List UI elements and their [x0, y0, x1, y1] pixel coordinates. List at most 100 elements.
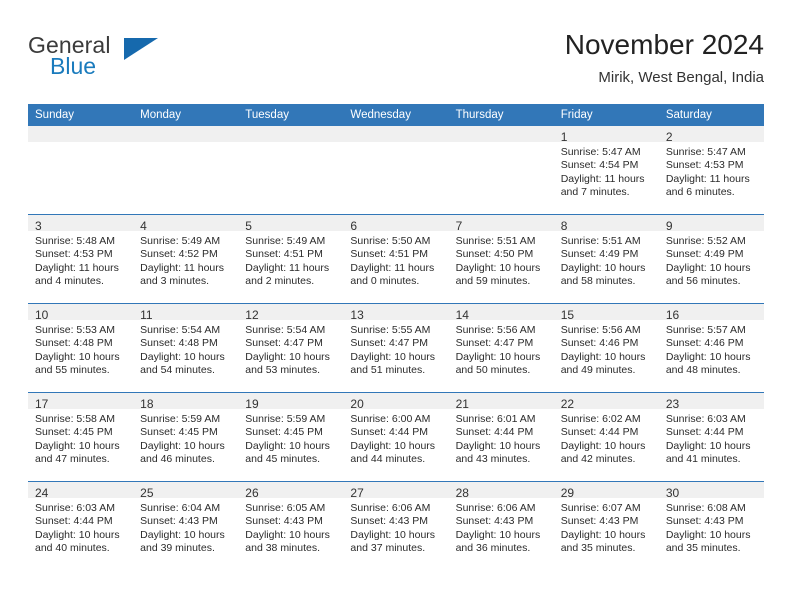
calendar-day-cell[interactable]: 1 Sunrise: 5:47 AM Sunset: 4:54 PM Daylight…	[553, 126, 659, 215]
calendar-day-cell[interactable]: 13 Sunrise: 5:55 AM Sunset: 4:47 PM Dayligh…	[343, 303, 449, 393]
daylight-text: Daylight: 10 hours and 50 minutes.	[455, 350, 541, 377]
daylight-text: Daylight: 10 hours and 51 minutes.	[350, 350, 436, 377]
daylight-text: Daylight: 11 hours and 0 minutes.	[350, 261, 435, 288]
day-cell-inner: 13 Sunrise: 5:55 AM Sunset: 4:47 PM Dayligh…	[343, 304, 449, 393]
day-cell-inner: 30 Sunrise: 6:08 AM Sunset: 4:43 PM Dayligh…	[658, 482, 764, 570]
daylight-text: Daylight: 11 hours and 4 minutes.	[35, 261, 119, 288]
calendar-day-cell[interactable]: 23 Sunrise: 6:03 AM Sunset: 4:44 PM Dayligh…	[658, 392, 764, 482]
calendar-day-cell[interactable]: 28 Sunrise: 6:06 AM Sunset: 4:43 PM Dayligh…	[448, 481, 554, 570]
calendar-day-cell[interactable]: 6 Sunrise: 5:50 AM Sunset: 4:51 PM Daylight…	[343, 214, 449, 304]
day-cell-inner: 28 Sunrise: 6:06 AM Sunset: 4:43 PM Dayligh…	[448, 482, 554, 570]
calendar-day-cell[interactable]: 25 Sunrise: 6:04 AM Sunset: 4:43 PM Dayligh…	[133, 481, 239, 570]
weekday-header-saturday: Saturday	[658, 104, 764, 126]
daylight-text: Daylight: 11 hours and 7 minutes.	[560, 172, 645, 199]
day-number: 17	[28, 393, 134, 411]
calendar-table: Sunday Monday Tuesday Wednesday Thursday…	[28, 104, 764, 570]
sunrise-text: Sunrise: 5:52 AM	[665, 235, 746, 247]
calendar-day-cell[interactable]: 11 Sunrise: 5:54 AM Sunset: 4:48 PM Dayligh…	[133, 303, 239, 393]
calendar-day-cell[interactable]: 16 Sunrise: 5:57 AM Sunset: 4:46 PM Dayligh…	[658, 303, 764, 393]
sunrise-text: Sunrise: 5:54 AM	[140, 324, 221, 336]
calendar-day-cell[interactable]: 27 Sunrise: 6:06 AM Sunset: 4:43 PM Dayligh…	[343, 481, 449, 570]
day-number: 29	[553, 482, 659, 500]
day-number: 23	[658, 393, 764, 411]
calendar-day-cell[interactable]: 30 Sunrise: 6:08 AM Sunset: 4:43 PM Dayligh…	[658, 481, 764, 570]
day-number: 12	[238, 304, 344, 322]
day-cell-inner: 11 Sunrise: 5:54 AM Sunset: 4:48 PM Dayligh…	[133, 304, 239, 393]
day-cell-inner: 29 Sunrise: 6:07 AM Sunset: 4:43 PM Dayligh…	[553, 482, 659, 570]
sunrise-text: Sunrise: 6:01 AM	[455, 413, 536, 425]
day-cell-inner: 21 Sunrise: 6:01 AM Sunset: 4:44 PM Dayligh…	[448, 393, 554, 482]
daylight-text: Daylight: 10 hours and 36 minutes.	[455, 528, 541, 555]
daylight-text: Daylight: 10 hours and 56 minutes.	[665, 261, 751, 288]
day-cell-inner: 7 Sunrise: 5:51 AM Sunset: 4:50 PM Daylight…	[448, 215, 554, 304]
sunrise-text: Sunrise: 6:02 AM	[560, 413, 641, 425]
day-sun-info: Sunrise: 5:47 AM Sunset: 4:54 PM Daylight:…	[554, 142, 659, 200]
calendar-day-cell[interactable]: 5 Sunrise: 5:49 AM Sunset: 4:51 PM Daylight…	[238, 214, 344, 304]
day-number: 8	[553, 215, 659, 233]
day-number: 6	[343, 215, 449, 233]
sunset-text: Sunset: 4:43 PM	[140, 515, 218, 528]
calendar-day-cell[interactable]: 12 Sunrise: 5:54 AM Sunset: 4:47 PM Dayligh…	[238, 303, 344, 393]
day-number	[343, 126, 449, 142]
calendar-week-row: 3 Sunrise: 5:48 AM Sunset: 4:53 PM Daylight…	[28, 214, 764, 304]
day-number: 30	[658, 482, 764, 500]
day-number: 21	[448, 393, 554, 411]
calendar-day-cell[interactable]: 26 Sunrise: 6:05 AM Sunset: 4:43 PM Dayligh…	[238, 481, 344, 570]
calendar-page: General Blue November 2024 Mirik, West B…	[0, 0, 792, 612]
sunrise-text: Sunrise: 5:54 AM	[245, 324, 326, 336]
calendar-day-cell[interactable]: 20 Sunrise: 6:00 AM Sunset: 4:44 PM Dayligh…	[343, 392, 449, 482]
day-number: 16	[658, 304, 764, 322]
day-sun-info: Sunrise: 5:48 AM Sunset: 4:53 PM Daylight:…	[28, 231, 133, 289]
sunrise-text: Sunrise: 6:03 AM	[35, 502, 115, 514]
day-number	[133, 126, 239, 142]
calendar-day-cell[interactable]: 17 Sunrise: 5:58 AM Sunset: 4:45 PM Dayligh…	[28, 392, 134, 482]
calendar-day-cell[interactable]: 4 Sunrise: 5:49 AM Sunset: 4:52 PM Daylight…	[133, 214, 239, 304]
sunset-text: Sunset: 4:51 PM	[350, 248, 429, 261]
calendar-day-cell[interactable]: 18 Sunrise: 5:59 AM Sunset: 4:45 PM Dayligh…	[133, 392, 239, 482]
day-number: 18	[133, 393, 239, 411]
day-sun-info: Sunrise: 5:54 AM Sunset: 4:48 PM Daylight:…	[133, 320, 238, 378]
sunset-text: Sunset: 4:48 PM	[35, 337, 113, 350]
sunset-text: Sunset: 4:44 PM	[665, 426, 744, 439]
day-sun-info: Sunrise: 5:55 AM Sunset: 4:47 PM Daylight:…	[343, 320, 448, 378]
calendar-day-cell[interactable]: 10 Sunrise: 5:53 AM Sunset: 4:48 PM Dayligh…	[28, 303, 134, 393]
calendar-day-cell[interactable]: 8 Sunrise: 5:51 AM Sunset: 4:49 PM Daylight…	[553, 214, 659, 304]
calendar-day-cell[interactable]: 24 Sunrise: 6:03 AM Sunset: 4:44 PM Dayligh…	[28, 481, 134, 570]
weekday-header-tuesday: Tuesday	[238, 104, 344, 126]
sunrise-text: Sunrise: 6:05 AM	[245, 502, 326, 514]
day-number: 25	[133, 482, 239, 500]
sunrise-text: Sunrise: 5:57 AM	[665, 324, 746, 336]
calendar-day-cell[interactable]: 3 Sunrise: 5:48 AM Sunset: 4:53 PM Daylight…	[28, 214, 134, 304]
calendar-day-cell[interactable]: 14 Sunrise: 5:56 AM Sunset: 4:47 PM Dayligh…	[448, 303, 554, 393]
day-cell-inner: 16 Sunrise: 5:57 AM Sunset: 4:46 PM Dayligh…	[658, 304, 764, 393]
sunset-text: Sunset: 4:48 PM	[140, 337, 218, 350]
calendar-day-cell[interactable]: 29 Sunrise: 6:07 AM Sunset: 4:43 PM Dayligh…	[553, 481, 659, 570]
daylight-text: Daylight: 10 hours and 40 minutes.	[35, 528, 120, 555]
sunset-text: Sunset: 4:47 PM	[455, 337, 534, 350]
calendar-day-cell[interactable]: 19 Sunrise: 5:59 AM Sunset: 4:45 PM Dayligh…	[238, 392, 344, 482]
brand-logo[interactable]: General Blue	[28, 32, 228, 88]
daylight-text: Daylight: 11 hours and 6 minutes.	[665, 172, 750, 199]
calendar-day-cell[interactable]: 21 Sunrise: 6:01 AM Sunset: 4:44 PM Dayligh…	[448, 392, 554, 482]
day-cell-inner: 22 Sunrise: 6:02 AM Sunset: 4:44 PM Dayligh…	[553, 393, 659, 482]
calendar-day-cell[interactable]: 7 Sunrise: 5:51 AM Sunset: 4:50 PM Daylight…	[448, 214, 554, 304]
calendar-week-row: 1 Sunrise: 5:47 AM Sunset: 4:54 PM Daylight…	[28, 126, 764, 215]
calendar-day-cell[interactable]: 22 Sunrise: 6:02 AM Sunset: 4:44 PM Dayligh…	[553, 392, 659, 482]
day-number: 9	[658, 215, 764, 233]
calendar-day-cell[interactable]: 9 Sunrise: 5:52 AM Sunset: 4:49 PM Daylight…	[658, 214, 764, 304]
sunset-text: Sunset: 4:43 PM	[455, 515, 534, 528]
calendar-day-cell[interactable]: 15 Sunrise: 5:56 AM Sunset: 4:46 PM Dayligh…	[553, 303, 659, 393]
sunrise-text: Sunrise: 6:07 AM	[560, 502, 641, 514]
day-sun-info: Sunrise: 6:07 AM Sunset: 4:43 PM Daylight:…	[554, 498, 659, 556]
day-sun-info: Sunrise: 5:59 AM Sunset: 4:45 PM Daylight:…	[238, 409, 343, 467]
calendar-day-cell[interactable]: 2 Sunrise: 5:47 AM Sunset: 4:53 PM Daylight…	[658, 126, 764, 215]
calendar-week-row: 10 Sunrise: 5:53 AM Sunset: 4:48 PM Dayligh…	[28, 303, 764, 393]
sunrise-text: Sunrise: 5:56 AM	[455, 324, 536, 336]
sunset-text: Sunset: 4:45 PM	[245, 426, 323, 439]
sunset-text: Sunset: 4:45 PM	[140, 426, 218, 439]
day-cell-inner: 26 Sunrise: 6:05 AM Sunset: 4:43 PM Dayligh…	[238, 482, 344, 570]
page-title: November 2024	[564, 29, 764, 60]
day-sun-info: Sunrise: 6:06 AM Sunset: 4:43 PM Daylight:…	[449, 498, 554, 556]
day-cell-inner: 8 Sunrise: 5:51 AM Sunset: 4:49 PM Daylight…	[553, 215, 659, 304]
daylight-text: Daylight: 10 hours and 58 minutes.	[560, 261, 646, 288]
